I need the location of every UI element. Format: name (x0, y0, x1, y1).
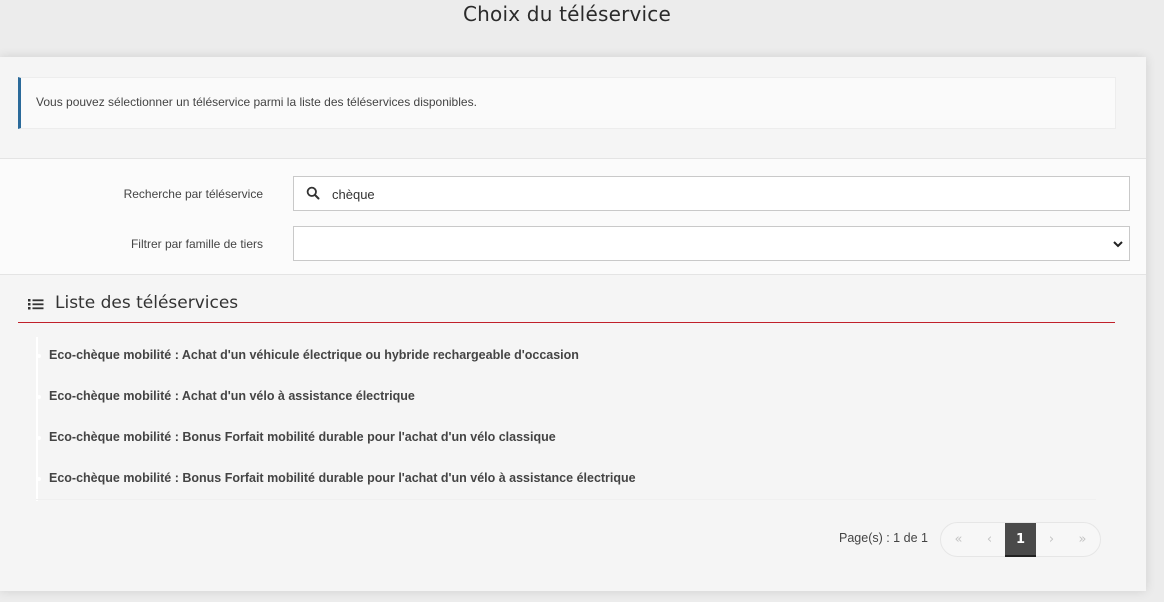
page-title: Choix du téléservice (462, 2, 671, 26)
filter-zone: Recherche par téléservice Filtrer par fa… (0, 158, 1146, 275)
divider (36, 499, 1096, 500)
current-page-button[interactable]: 1 (1005, 523, 1036, 557)
list-item[interactable]: Eco-chèque mobilité : Achat d'un véhicul… (37, 337, 1096, 378)
pagination-text: Page(s) : 1 de 1 (839, 531, 928, 545)
list-title: Liste des téléservices (55, 293, 239, 313)
search-box[interactable] (293, 176, 1130, 211)
list-header: Liste des téléservices (18, 293, 1115, 323)
pagination: « ‹ 1 › » (940, 522, 1101, 557)
list-item[interactable]: Eco-chèque mobilité : Achat d'un vélo à … (37, 378, 1096, 419)
first-page-button[interactable]: « (943, 523, 974, 556)
search-label: Recherche par téléservice (123, 187, 263, 201)
search-icon (306, 186, 320, 200)
list-item[interactable]: Eco-chèque mobilité : Bonus Forfait mobi… (37, 460, 1096, 501)
filter-label: Filtrer par famille de tiers (130, 237, 263, 251)
search-input[interactable] (332, 185, 1112, 203)
prev-page-button[interactable]: ‹ (974, 523, 1005, 556)
teleservice-panel: Vous pouvez sélectionner un téléservice … (0, 57, 1146, 591)
list-item[interactable]: Eco-chèque mobilité : Bonus Forfait mobi… (37, 419, 1096, 460)
info-text: Vous pouvez sélectionner un téléservice … (36, 95, 477, 109)
info-box: Vous pouvez sélectionner un téléservice … (18, 77, 1116, 129)
list-icon (28, 299, 44, 310)
last-page-button[interactable]: » (1067, 523, 1098, 556)
next-page-button[interactable]: › (1036, 523, 1067, 556)
family-filter-select[interactable] (293, 226, 1130, 261)
chevron-down-icon (1113, 241, 1123, 248)
teleservice-list: Eco-chèque mobilité : Achat d'un véhicul… (36, 337, 1096, 501)
